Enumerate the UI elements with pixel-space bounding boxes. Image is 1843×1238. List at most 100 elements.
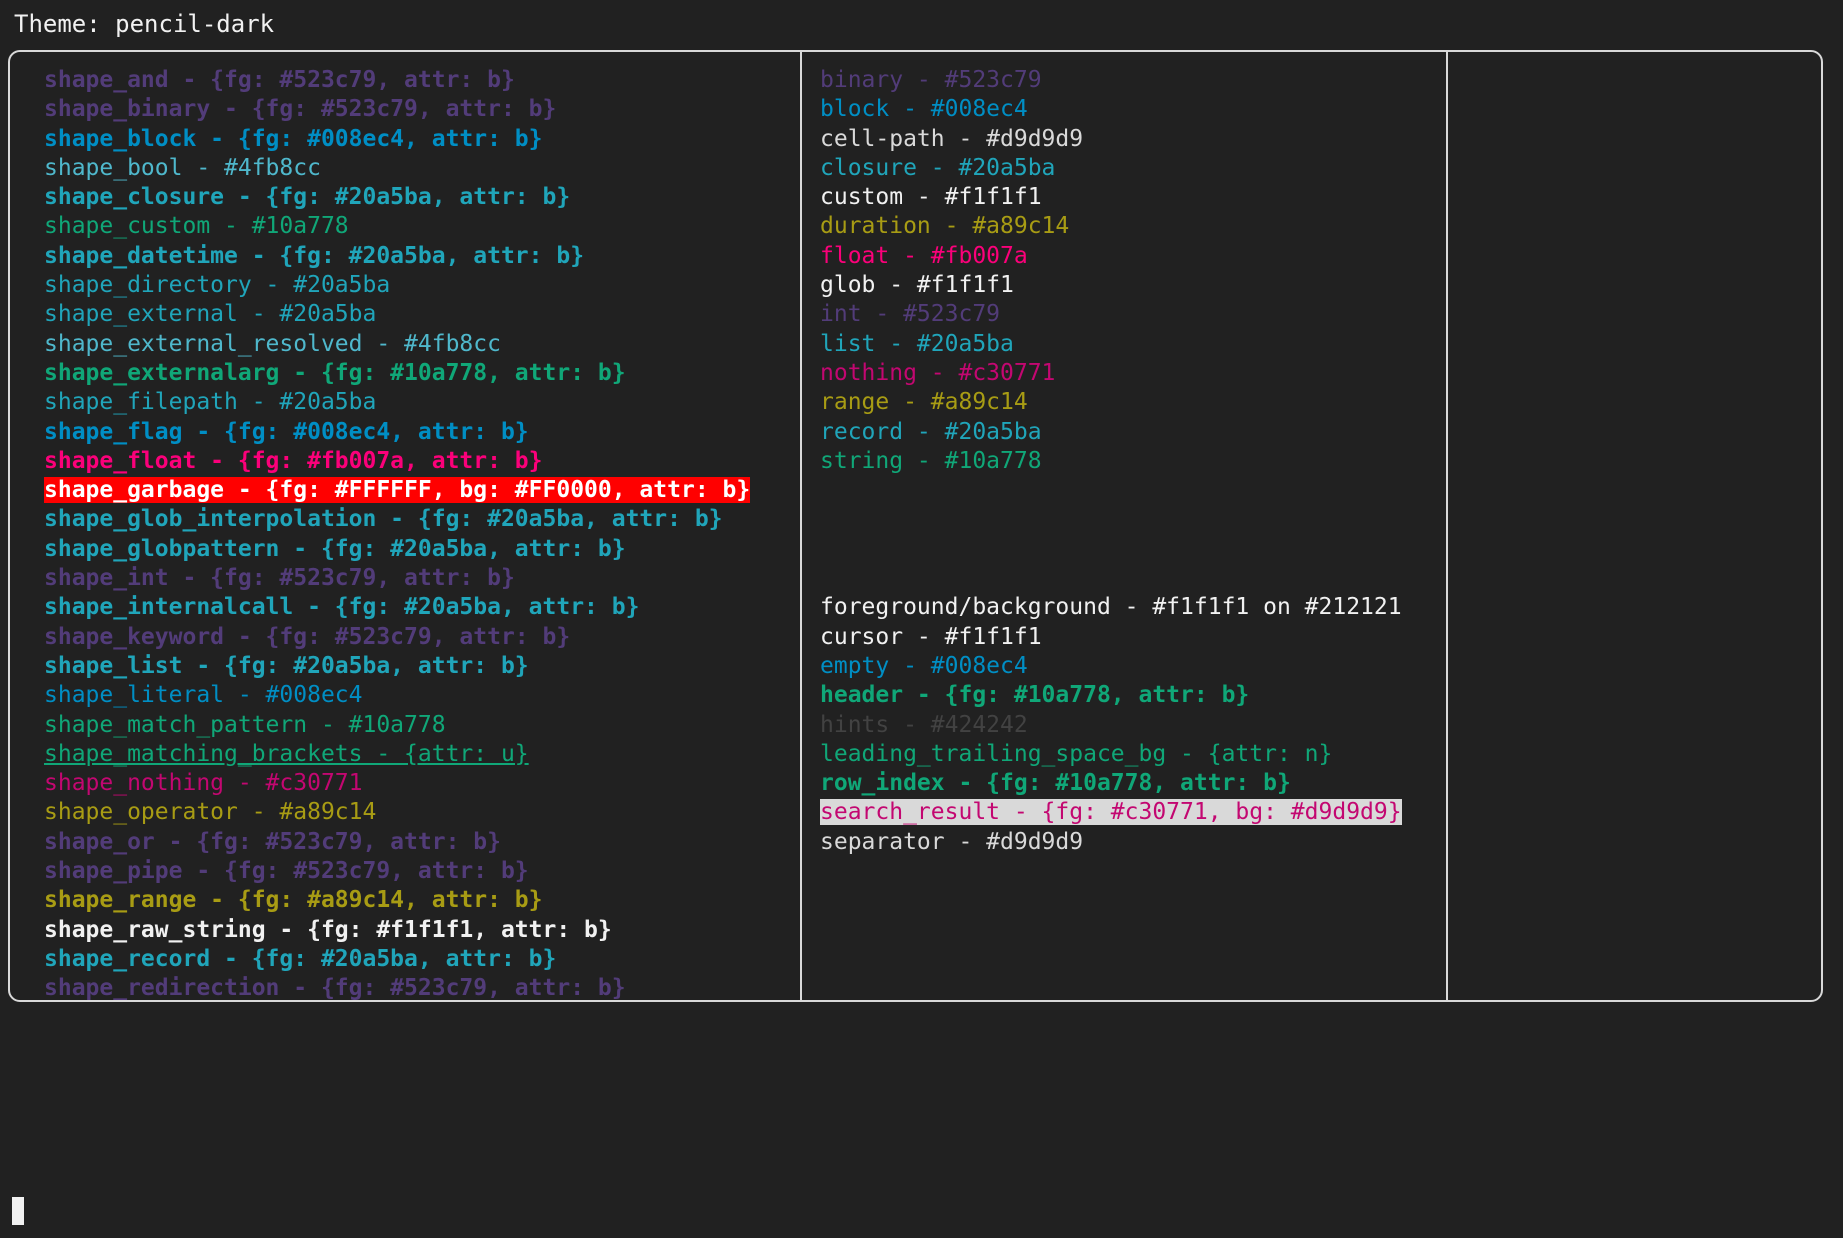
theme-entry-text: shape_int - {fg: #523c79, attr: b} (44, 565, 515, 592)
theme-entry-text: range - #a89c14 (820, 389, 1028, 416)
theme-entry-text: shape_internalcall - {fg: #20a5ba, attr:… (44, 594, 640, 621)
theme-entry-text: shape_glob_interpolation - {fg: #20a5ba,… (44, 506, 723, 533)
shapes-column: shape_and - {fg: #523c79, attr: b} shape_… (10, 52, 800, 1000)
theme-entry-text: shape_garbage - {fg: #FFFFFF, bg: #FF000… (44, 477, 751, 504)
theme-entry-line: shape_external_resolved - #4fb8cc (44, 330, 800, 359)
theme-entry-line: binary - #523c79 (820, 66, 1446, 95)
theme-entry-line (820, 476, 1446, 505)
theme-entry-line: record - #20a5ba (820, 418, 1446, 447)
theme-entry-text: shape_binary - {fg: #523c79, attr: b} (44, 96, 557, 123)
theme-entry-text: shape_external_resolved - #4fb8cc (44, 330, 501, 357)
theme-entry-line: int - #523c79 (820, 300, 1446, 329)
theme-entry-line: shape_match_pattern - #10a778 (44, 711, 800, 740)
theme-entry-line: cursor - #f1f1f1 (820, 623, 1446, 652)
theme-entry-line: shape_directory - #20a5ba (44, 271, 800, 300)
theme-entry-text: cursor - #f1f1f1 (820, 623, 1042, 650)
theme-entry-line: shape_nothing - #c30771 (44, 769, 800, 798)
theme-entry-line: separator - #d9d9d9 (820, 828, 1446, 857)
theme-entry-text: shape_list - {fg: #20a5ba, attr: b} (44, 652, 529, 679)
theme-entry-text: shape_record - {fg: #20a5ba, attr: b} (44, 945, 557, 972)
theme-entry-line: shape_internalcall - {fg: #20a5ba, attr:… (44, 593, 800, 622)
theme-entry-text: block - #008ec4 (820, 96, 1028, 123)
theme-entry-line: shape_range - {fg: #a89c14, attr: b} (44, 886, 800, 915)
theme-preview-panel: shape_and - {fg: #523c79, attr: b} shape_… (8, 50, 1823, 1002)
theme-entry-text: int - #523c79 (820, 301, 1001, 328)
theme-entry-line (820, 535, 1446, 564)
theme-entry-line: shape_raw_string - {fg: #f1f1f1, attr: b… (44, 916, 800, 945)
theme-entry-line: range - #a89c14 (820, 388, 1446, 417)
theme-entry-line: shape_externalarg - {fg: #10a778, attr: … (44, 359, 800, 388)
theme-entry-line: shape_operator - #a89c14 (44, 798, 800, 827)
theme-entry-line: shape_globpattern - {fg: #20a5ba, attr: … (44, 535, 800, 564)
theme-entry-line: shape_binary - {fg: #523c79, attr: b} (44, 95, 800, 124)
theme-entry-text: string - #10a778 (820, 447, 1042, 474)
theme-entry-text: empty - #008ec4 (820, 652, 1028, 679)
theme-entry-text: shape_literal - #008ec4 (44, 682, 363, 709)
theme-entry-text: shape_block - {fg: #008ec4, attr: b} (44, 125, 543, 152)
theme-entry-text: custom - #f1f1f1 (820, 184, 1042, 211)
theme-entry-line: shape_garbage - {fg: #FFFFFF, bg: #FF000… (44, 476, 800, 505)
theme-entry-text: shape_bool - #4fb8cc (44, 154, 321, 181)
theme-entry-line: shape_or - {fg: #523c79, attr: b} (44, 828, 800, 857)
theme-entry-line: shape_matching_brackets - {attr: u} (44, 740, 800, 769)
theme-entry-text: shape_pipe - {fg: #523c79, attr: b} (44, 858, 529, 885)
theme-entry-text: shape_range - {fg: #a89c14, attr: b} (44, 887, 543, 914)
theme-entry-line: float - #fb007a (820, 242, 1446, 271)
theme-entry-text: shape_matching_brackets - {attr: u} (44, 740, 529, 767)
theme-entry-line: closure - #20a5ba (820, 154, 1446, 183)
types-line-list: binary - #523c79 block - #008ec4 cell-path… (802, 52, 1446, 857)
theme-entry-text: shape_directory - #20a5ba (44, 272, 391, 299)
theme-entry-text: closure - #20a5ba (820, 154, 1056, 181)
theme-entry-text: binary - #523c79 (820, 67, 1042, 93)
theme-entry-line: cell-path - #d9d9d9 (820, 125, 1446, 154)
theme-entry-text: list - #20a5ba (820, 330, 1014, 357)
theme-entry-text: shape_operator - #a89c14 (44, 799, 377, 826)
theme-entry-line: search_result - {fg: #c30771, bg: #d9d9d… (820, 798, 1446, 827)
theme-entry-text: shape_filepath - #20a5ba (44, 389, 377, 416)
theme-entry-text: shape_or - {fg: #523c79, attr: b} (44, 828, 501, 855)
theme-entry-line: shape_pipe - {fg: #523c79, attr: b} (44, 857, 800, 886)
theme-entry-line: duration - #a89c14 (820, 212, 1446, 241)
theme-entry-line: shape_literal - #008ec4 (44, 681, 800, 710)
theme-entry-text: row_index - {fg: #10a778, attr: b} (820, 770, 1291, 797)
theme-entry-text: shape_redirection - {fg: #523c79, attr: … (44, 975, 626, 1000)
theme-entry-line: block - #008ec4 (820, 95, 1446, 124)
theme-entry-text: shape_raw_string - {fg: #f1f1f1, attr: b… (44, 916, 612, 943)
theme-entry-text: shape_external - #20a5ba (44, 301, 377, 328)
theme-title: Theme: pencil-dark (14, 10, 275, 38)
theme-entry-text: shape_closure - {fg: #20a5ba, attr: b} (44, 184, 571, 211)
theme-entry-text: duration - #a89c14 (820, 213, 1070, 240)
theme-entry-line: shape_closure - {fg: #20a5ba, attr: b} (44, 183, 800, 212)
theme-entry-line: shape_list - {fg: #20a5ba, attr: b} (44, 652, 800, 681)
theme-entry-text: shape_globpattern - {fg: #20a5ba, attr: … (44, 535, 626, 562)
theme-entry-line: shape_glob_interpolation - {fg: #20a5ba,… (44, 505, 800, 534)
theme-entry-text: leading_trailing_space_bg - {attr: n} (820, 740, 1333, 767)
theme-entry-line: shape_redirection - {fg: #523c79, attr: … (44, 974, 800, 1000)
theme-entry-line (820, 564, 1446, 593)
theme-entry-line: shape_custom - #10a778 (44, 212, 800, 241)
theme-entry-text: shape_flag - {fg: #008ec4, attr: b} (44, 418, 529, 445)
theme-entry-line: shape_filepath - #20a5ba (44, 388, 800, 417)
theme-entry-line: string - #10a778 (820, 447, 1446, 476)
theme-entry-text: record - #20a5ba (820, 418, 1042, 445)
theme-entry-line: empty - #008ec4 (820, 652, 1446, 681)
theme-entry-text: foreground/background - #f1f1f1 on #2121… (820, 594, 1402, 621)
theme-entry-text: shape_float - {fg: #fb007a, attr: b} (44, 447, 543, 474)
theme-entry-text: shape_custom - #10a778 (44, 213, 349, 240)
theme-entry-text: separator - #d9d9d9 (820, 828, 1084, 855)
theme-entry-line: custom - #f1f1f1 (820, 183, 1446, 212)
theme-entry-line: shape_bool - #4fb8cc (44, 154, 800, 183)
theme-entry-line: shape_record - {fg: #20a5ba, attr: b} (44, 945, 800, 974)
theme-entry-text: nothing - #c30771 (820, 359, 1056, 386)
theme-entry-line: shape_datetime - {fg: #20a5ba, attr: b} (44, 242, 800, 271)
theme-entry-text: shape_externalarg - {fg: #10a778, attr: … (44, 359, 626, 386)
theme-entry-line: foreground/background - #f1f1f1 on #2121… (820, 593, 1446, 622)
theme-entry-text: shape_and - {fg: #523c79, attr: b} (44, 67, 515, 93)
theme-entry-line: shape_keyword - {fg: #523c79, attr: b} (44, 623, 800, 652)
theme-entry-text: header - {fg: #10a778, attr: b} (820, 682, 1250, 709)
theme-entry-text: shape_match_pattern - #10a778 (44, 711, 446, 738)
theme-entry-text: cell-path - #d9d9d9 (820, 125, 1084, 152)
theme-entry-line: shape_int - {fg: #523c79, attr: b} (44, 564, 800, 593)
theme-entry-line: shape_and - {fg: #523c79, attr: b} (44, 66, 800, 95)
theme-entry-line: list - #20a5ba (820, 330, 1446, 359)
